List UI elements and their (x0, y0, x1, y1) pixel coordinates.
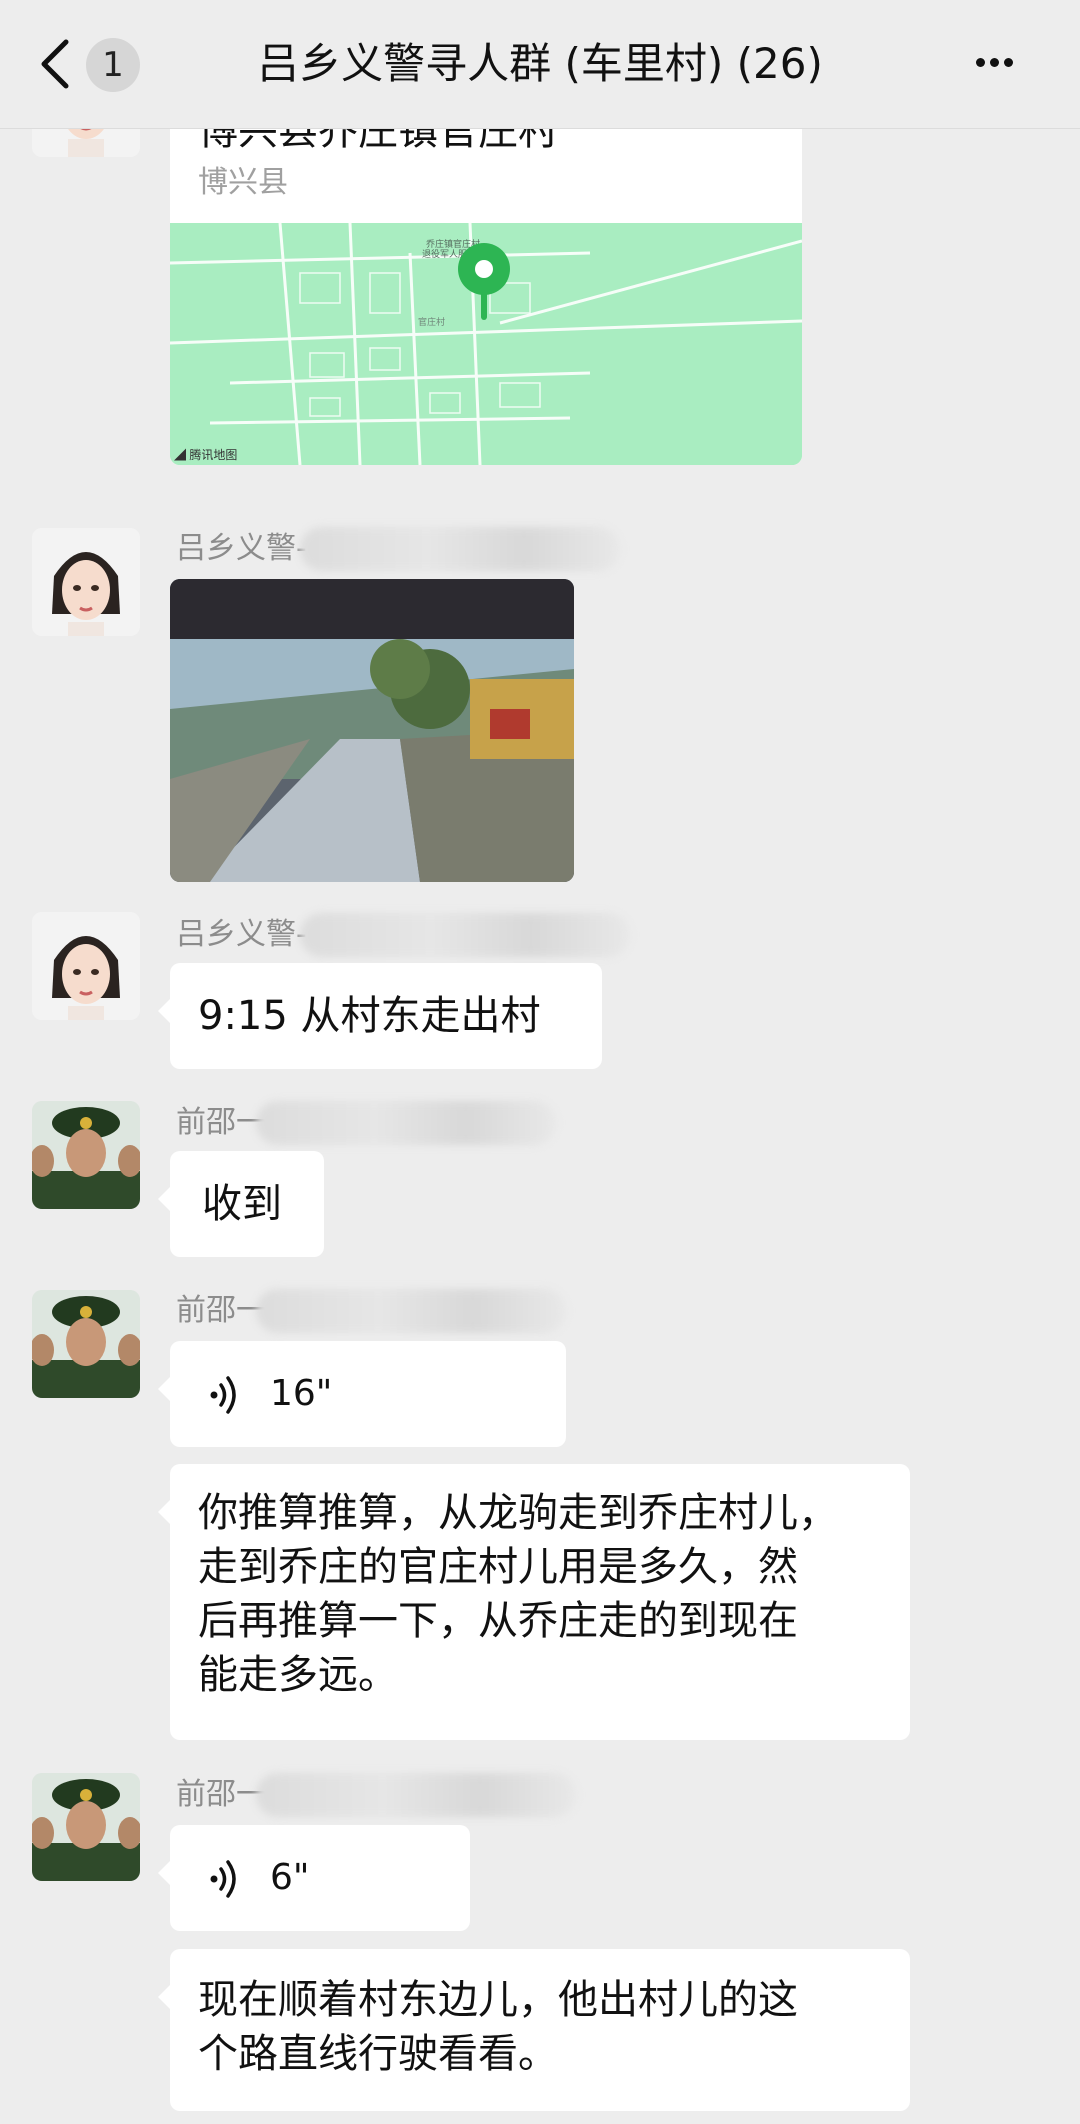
text-message[interactable]: 你推算推算，从龙驹走到乔庄村儿， 走到乔庄的官庄村儿用是多久，然 后再推算一下，… (158, 1464, 910, 1740)
message-line: 现在顺着村东边儿，他出村儿的这 (198, 1977, 798, 2023)
location-title: 博兴县乔庄镇官庄村 (198, 129, 558, 154)
redacted-name (256, 1773, 576, 1817)
map-streets: 乔庄镇官庄村 退役军人服 官庄村 ◢ 腾讯地图 (170, 222, 802, 465)
text-message[interactable]: 收到 (158, 1151, 324, 1257)
girl-avatar-icon (32, 912, 140, 1020)
chat-messages[interactable]: 博兴县乔庄镇官庄村 博兴县 乔庄镇官庄村 退役军人服 官庄村 ◢ 腾讯地图 吕乡… (0, 129, 1080, 2124)
voice-message[interactable]: 16" (158, 1341, 566, 1447)
chat-header: 1 吕乡义警寻人群 (车里村) (26) (0, 0, 1080, 129)
redacted-name (256, 1289, 566, 1333)
sender-name: 吕乡义警- (176, 917, 307, 952)
back-button[interactable] (36, 38, 76, 90)
more-dots-icon (976, 58, 985, 67)
location-subtitle: 博兴县 (198, 165, 288, 200)
avatar[interactable] (32, 129, 140, 157)
soldier-avatar-icon (32, 1290, 140, 1398)
voice-wave-icon (210, 1376, 236, 1414)
avatar[interactable] (32, 1290, 140, 1398)
voice-message[interactable]: 6" (158, 1825, 470, 1931)
text-message[interactable]: 现在顺着村东边儿，他出村儿的这 个路直线行驶看看。 (158, 1949, 910, 2111)
soldier-avatar-icon (32, 1101, 140, 1209)
unread-count-badge[interactable]: 1 (86, 38, 140, 92)
message-line: 能走多远。 (198, 1652, 398, 1698)
voice-duration: 16" (270, 1373, 333, 1414)
message-text: 9:15 从村东走出村 (198, 993, 541, 1039)
message-line: 你推算推算，从龙驹走到乔庄村儿， (198, 1490, 838, 1536)
message-text: 收到 (202, 1181, 282, 1227)
message-line: 走到乔庄的官庄村儿用是多久，然 (198, 1544, 798, 1590)
message-line: 个路直线行驶看看。 (198, 2031, 558, 2077)
redacted-name (300, 527, 620, 571)
avatar[interactable] (32, 1773, 140, 1881)
avatar[interactable] (32, 1101, 140, 1209)
chevron-left-icon (41, 39, 69, 89)
avatar[interactable] (32, 528, 140, 636)
sender-name: 前邵一 (176, 1105, 266, 1140)
text-message[interactable]: 9:15 从村东走出村 (158, 963, 602, 1069)
soldier-avatar-icon (32, 1773, 140, 1881)
girl-avatar-icon (32, 528, 140, 636)
avatar[interactable] (32, 912, 140, 1020)
svg-text:官庄村: 官庄村 (418, 316, 445, 327)
chat-title: 吕乡义警寻人群 (车里村) (26) (257, 39, 823, 88)
street-photo (170, 579, 574, 882)
message-line: 后再推算一下，从乔庄走的到现在 (198, 1598, 798, 1644)
more-options-button[interactable] (976, 48, 1036, 78)
sender-name: 吕乡义警- (176, 531, 307, 566)
location-map[interactable]: 乔庄镇官庄村 退役军人服 官庄村 ◢ 腾讯地图 (170, 222, 802, 465)
redacted-name (256, 1101, 556, 1145)
voice-wave-icon (210, 1860, 236, 1898)
voice-duration: 6" (270, 1857, 310, 1898)
svg-text:◢ 腾讯地图: ◢ 腾讯地图 (174, 447, 237, 462)
sender-name: 前邵一 (176, 1293, 266, 1328)
location-message[interactable]: 博兴县乔庄镇官庄村 博兴县 乔庄镇官庄村 退役军人服 官庄村 ◢ 腾讯地图 (170, 129, 802, 465)
sender-name: 前邵一 (176, 1777, 266, 1812)
svg-text:退役军人服: 退役军人服 (422, 248, 467, 259)
redacted-name (300, 913, 630, 957)
image-message[interactable] (170, 579, 574, 882)
girl-avatar-icon (32, 129, 140, 157)
